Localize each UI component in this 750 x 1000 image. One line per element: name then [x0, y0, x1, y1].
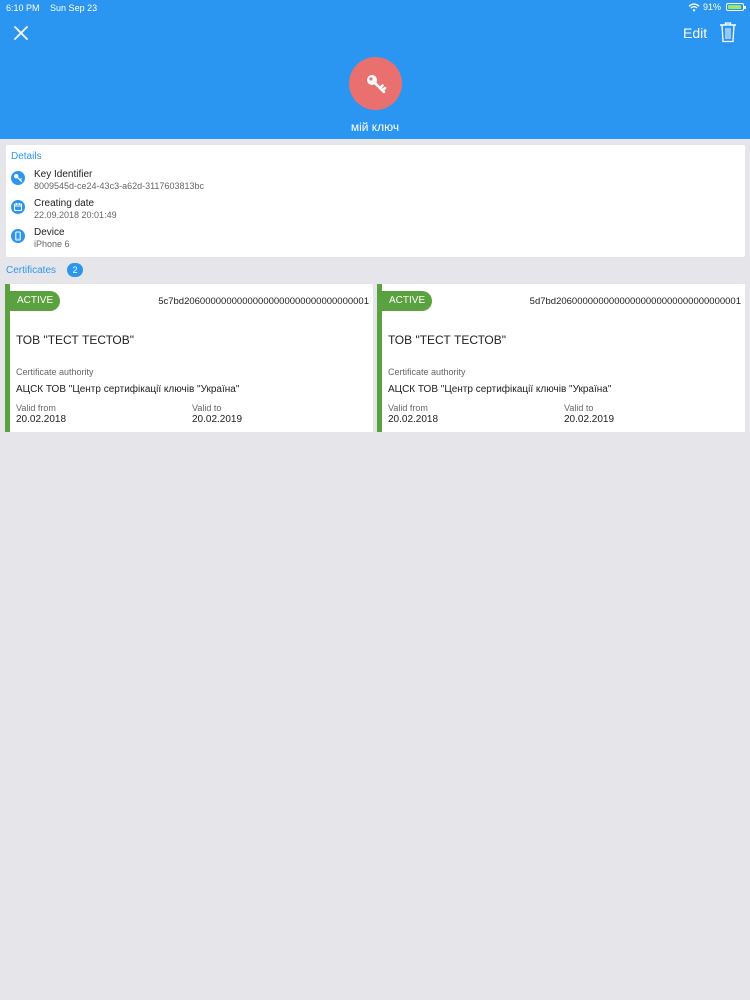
- status-badge: ACTIVE: [10, 291, 60, 311]
- valid-to-value: 20.02.2019: [564, 414, 615, 425]
- certificate-serial: 5d7bd20600000000000000000000000000000001: [529, 296, 741, 307]
- status-bar: 6:10 PM Sun Sep 23 91%: [0, 0, 750, 16]
- detail-value: iPhone 6: [34, 239, 70, 249]
- certificate-owner: ТОВ "ТЕСТ ТЕСТОВ": [388, 333, 506, 347]
- battery-icon: [726, 3, 746, 11]
- details-card: Details Key Identifier 8009545d-ce24-43c…: [6, 145, 745, 257]
- valid-to-label: Valid to: [192, 403, 222, 413]
- certificate-card[interactable]: ACTIVE 5d7bd2060000000000000000000000000…: [377, 284, 745, 432]
- battery-fill: [728, 5, 741, 9]
- key-icon: [11, 171, 25, 185]
- key-name: мій ключ: [350, 120, 400, 134]
- status-date: Sun Sep 23: [50, 3, 98, 13]
- certificate-serial: 5c7bd20600000000000000000000000000000001: [158, 296, 369, 307]
- details-title: Details: [11, 151, 42, 162]
- edit-button[interactable]: Edit: [683, 25, 707, 41]
- certificates-count-badge: 2: [67, 263, 83, 277]
- detail-row-creating-date: Creating date 22.09.2018 20:01:49: [11, 198, 511, 224]
- ca-label: Certificate authority: [16, 367, 94, 377]
- battery-percent: 91%: [702, 2, 721, 12]
- ca-label: Certificate authority: [388, 367, 466, 377]
- valid-from-label: Valid from: [388, 403, 428, 413]
- ca-value: АЦСК ТОВ "Центр сертифікації ключів "Укр…: [16, 384, 240, 395]
- key-avatar: [349, 57, 402, 110]
- certificates-title: Certificates: [6, 265, 57, 276]
- detail-value: 8009545d-ce24-43c3-a62d-3117603813bc: [34, 181, 204, 191]
- valid-from-value: 20.02.2018: [388, 414, 439, 425]
- status-time: 6:10 PM: [6, 3, 40, 13]
- certificate-owner: ТОВ "ТЕСТ ТЕСТОВ": [16, 333, 134, 347]
- wifi-icon: [688, 2, 700, 11]
- detail-label: Creating date: [34, 198, 95, 209]
- detail-label: Key Identifier: [34, 169, 93, 180]
- valid-to-label: Valid to: [564, 403, 594, 413]
- header-bar: 6:10 PM Sun Sep 23 91% Edit мій ключ: [0, 0, 750, 139]
- phone-icon: [11, 229, 25, 243]
- status-badge: ACTIVE: [382, 291, 432, 311]
- calendar-icon: [11, 200, 25, 214]
- close-button[interactable]: [12, 24, 30, 42]
- delete-button[interactable]: [719, 21, 737, 43]
- trash-icon: [720, 22, 736, 43]
- ca-value: АЦСК ТОВ "Центр сертифікації ключів "Укр…: [388, 384, 612, 395]
- valid-from-value: 20.02.2018: [16, 414, 67, 425]
- valid-to-value: 20.02.2019: [192, 414, 243, 425]
- key-icon: [366, 74, 386, 93]
- close-icon: [14, 26, 28, 40]
- valid-from-label: Valid from: [16, 403, 56, 413]
- detail-label: Device: [34, 227, 65, 238]
- detail-value: 22.09.2018 20:01:49: [34, 210, 117, 220]
- status-left: 6:10 PM Sun Sep 23: [6, 3, 105, 13]
- detail-row-device: Device iPhone 6: [11, 227, 511, 253]
- certificate-card[interactable]: ACTIVE 5c7bd2060000000000000000000000000…: [5, 284, 373, 432]
- detail-row-key-identifier: Key Identifier 8009545d-ce24-43c3-a62d-3…: [11, 169, 511, 195]
- status-right: 91%: [688, 2, 746, 12]
